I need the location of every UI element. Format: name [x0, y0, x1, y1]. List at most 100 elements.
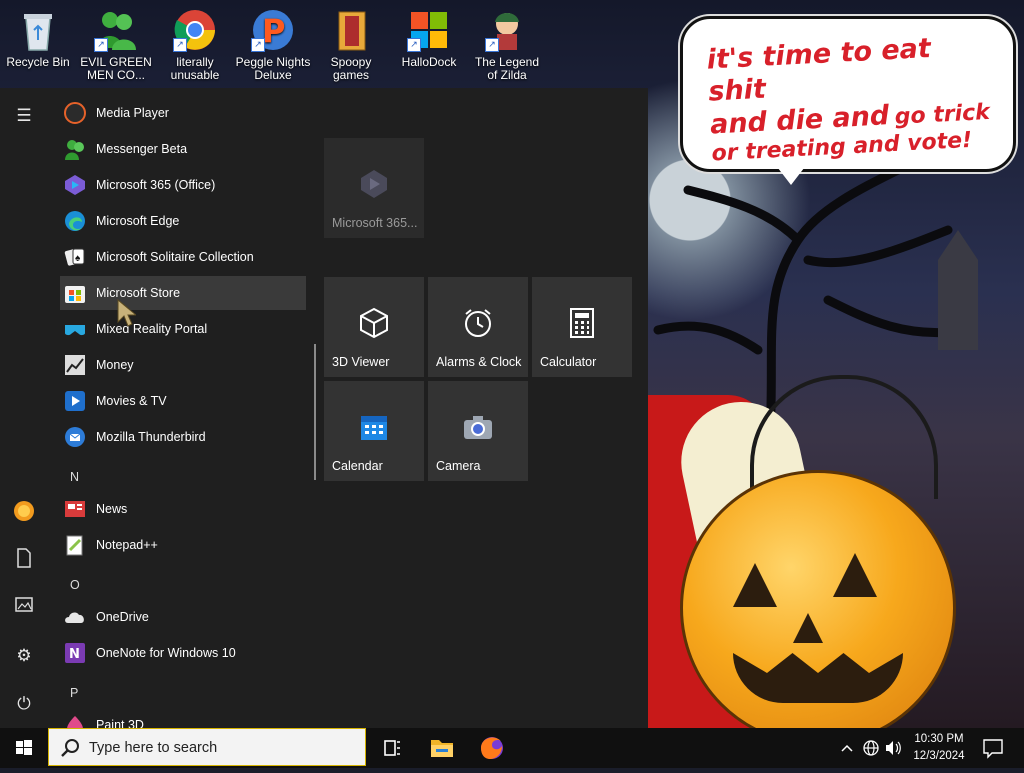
app-movies-tv[interactable]: Movies & TV [60, 384, 306, 418]
file-explorer-button[interactable] [418, 728, 466, 768]
app-label: OneDrive [96, 610, 149, 624]
windows-start-icon [16, 740, 32, 755]
app-media-player[interactable]: Media Player [60, 96, 306, 130]
documents-icon[interactable] [12, 548, 36, 572]
app-news[interactable]: News [60, 492, 306, 526]
desktop-icon-label: EVIL GREEN MEN CO... [80, 55, 152, 82]
tile-label: 3D Viewer [332, 355, 390, 369]
desktop-icon-label: The Legend of Zilda [474, 55, 540, 82]
tile-label: Camera [436, 459, 481, 473]
tile-label: Alarms & Clock [436, 355, 522, 369]
calendar-icon [358, 411, 390, 443]
desktop-icon-label: Peggle Nights Deluxe [235, 55, 311, 82]
camera-icon [462, 411, 494, 443]
app-paint-3d[interactable]: Paint 3D [60, 708, 306, 728]
network-globe-icon [863, 740, 879, 756]
desktop-icon-recycle-bin[interactable]: Recycle Bin [0, 6, 76, 69]
search-placeholder: Type here to search [89, 740, 218, 756]
desktop-icon-chrome[interactable]: ↗ literally unusable [157, 6, 233, 82]
app-label: News [96, 502, 128, 516]
money-chart-icon [64, 354, 86, 376]
thunderbird-icon [64, 426, 86, 448]
desktop-icon-peggle[interactable]: P ↗ Peggle Nights Deluxe [235, 6, 311, 82]
file-explorer-folder-icon [431, 740, 453, 757]
settings-gear-icon[interactable]: ⚙ [12, 644, 36, 668]
app-mixed-reality-portal[interactable]: Mixed Reality Portal [60, 312, 306, 346]
app-onenote[interactable]: N OneNote for Windows 10 [60, 636, 306, 670]
taskbar-search-box[interactable]: Type here to search [48, 728, 366, 766]
tile-label: Calculator [540, 355, 597, 369]
app-onedrive[interactable]: OneDrive [60, 600, 306, 634]
movies-tv-icon [64, 390, 86, 412]
start-menu-rail: ☰ ⚙ ⏻ [0, 88, 48, 728]
app-thunderbird[interactable]: Mozilla Thunderbird [60, 420, 306, 454]
desktop-icon-hallodock[interactable]: ↗ HalloDock [391, 6, 467, 69]
tile-calendar[interactable]: Calendar [324, 381, 424, 481]
app-label: Mixed Reality Portal [96, 322, 208, 336]
letter-header-n[interactable]: N [70, 470, 79, 484]
svg-text:N: N [69, 647, 80, 662]
tile-calculator[interactable]: Calculator [532, 277, 632, 377]
desktop-icon-zilda[interactable]: ↗ The Legend of Zilda [469, 6, 545, 82]
start-menu: ☰ ⚙ ⏻ Media Player Messenger Beta Micros… [0, 88, 648, 728]
svg-text:♠: ♠ [75, 253, 81, 264]
desktop-icon-label: HalloDock [401, 55, 457, 69]
volume-button[interactable] [882, 728, 904, 768]
tile-3d-viewer[interactable]: 3D Viewer [324, 277, 424, 377]
tile-label: Calendar [332, 459, 383, 473]
user-avatar-icon[interactable] [12, 500, 36, 524]
hamburger-menu-icon[interactable]: ☰ [12, 104, 36, 128]
mouse-cursor-icon [117, 298, 136, 327]
desktop-icon-evil-green-men[interactable]: ↗ EVIL GREEN MEN CO... [78, 6, 154, 82]
cube-icon [358, 307, 390, 339]
onedrive-cloud-icon [64, 606, 86, 628]
app-list-scrollbar[interactable] [314, 344, 316, 480]
microsoft-365-icon [64, 174, 86, 196]
tile-camera[interactable]: Camera [428, 381, 528, 481]
calculator-icon [566, 307, 598, 339]
app-label: Messenger Beta [96, 142, 188, 156]
app-microsoft-store[interactable]: Microsoft Store [60, 276, 306, 310]
app-messenger-beta[interactable]: Messenger Beta [60, 132, 306, 166]
app-solitaire[interactable]: ♠ Microsoft Solitaire Collection [60, 240, 306, 274]
power-icon[interactable]: ⏻ [12, 692, 36, 716]
pictures-icon[interactable] [12, 596, 36, 620]
letter-header-o[interactable]: O [70, 578, 80, 592]
green-men-icon: ↗ [94, 8, 138, 52]
task-view-icon [384, 740, 400, 756]
pumpkin-bucket-graphic [680, 470, 956, 728]
news-icon [64, 498, 86, 520]
app-label: Notepad++ [96, 538, 158, 552]
desktop-icon-label: Spoopy games [330, 55, 372, 82]
start-button[interactable] [0, 728, 48, 768]
show-hidden-icons-button[interactable] [838, 728, 856, 768]
windows-logo-icon: ↗ [407, 8, 451, 52]
desktop-icon-spoopy[interactable]: Spoopy games [313, 6, 389, 82]
letter-header-p[interactable]: P [70, 686, 78, 700]
solitaire-cards-icon: ♠ [64, 246, 86, 268]
chevron-up-icon [841, 744, 853, 752]
speech-line-2b: go trick [894, 99, 991, 130]
firefox-button[interactable] [468, 728, 516, 768]
task-view-button[interactable] [368, 728, 416, 768]
app-label: Microsoft Solitaire Collection [96, 250, 254, 264]
tile-alarms-clock[interactable]: Alarms & Clock [428, 277, 528, 377]
app-microsoft-365[interactable]: Microsoft 365 (Office) [60, 168, 306, 202]
network-button[interactable] [860, 728, 882, 768]
app-list: Media Player Messenger Beta Microsoft 36… [48, 88, 310, 728]
taskbar-clock[interactable]: 10:30 PM 12/3/2024 [906, 731, 972, 765]
action-center-button[interactable] [978, 728, 1008, 768]
app-label: Microsoft Edge [96, 214, 180, 228]
folder-icon [329, 8, 373, 52]
speaker-volume-icon [886, 741, 901, 755]
media-player-icon [64, 102, 86, 124]
clock-date: 12/3/2024 [913, 750, 965, 762]
app-label: Microsoft 365 (Office) [96, 178, 216, 192]
app-money[interactable]: Money [60, 348, 306, 382]
desktop-icon-label: literally unusable [170, 55, 220, 82]
app-label: Microsoft Store [96, 286, 181, 300]
app-microsoft-edge[interactable]: Microsoft Edge [60, 204, 306, 238]
app-notepad-plus-plus[interactable]: Notepad++ [60, 528, 306, 562]
peggle-icon: P ↗ [251, 8, 295, 52]
tile-microsoft-365[interactable]: Microsoft 365... [324, 138, 424, 238]
